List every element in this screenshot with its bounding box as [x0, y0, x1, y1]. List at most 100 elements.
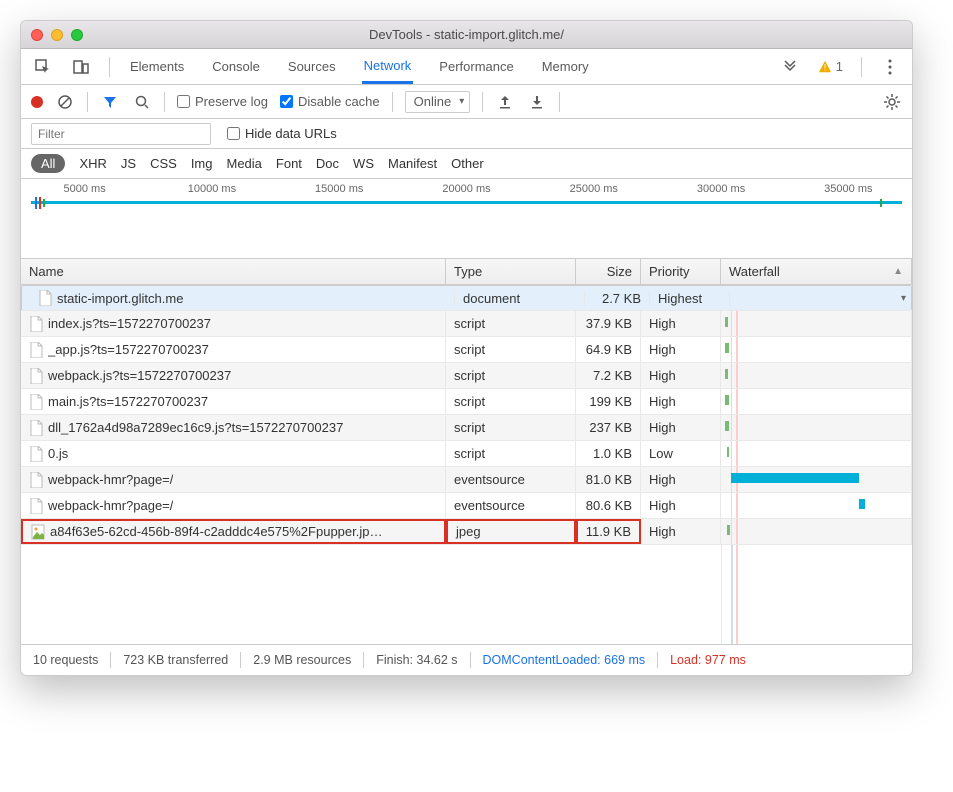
- tab-network[interactable]: Network: [362, 49, 414, 84]
- devtools-window: DevTools - static-import.glitch.me/ Elem…: [20, 20, 913, 676]
- minimize-window-button[interactable]: [51, 29, 63, 41]
- record-button[interactable]: [31, 96, 43, 108]
- table-row[interactable]: static-import.glitch.medocument2.7 KBHig…: [21, 285, 912, 311]
- filter-input[interactable]: [31, 123, 211, 145]
- document-file-icon: [29, 472, 43, 488]
- cell-priority: High: [641, 363, 721, 388]
- table-row[interactable]: index.js?ts=1572270700237script37.9 KBHi…: [21, 311, 912, 337]
- table-row[interactable]: webpack-hmr?page=/eventsource80.6 KBHigh: [21, 493, 912, 519]
- more-tabs-icon[interactable]: [780, 57, 800, 77]
- table-headers: Name Type Size Priority Waterfall▲: [21, 259, 912, 285]
- tab-memory[interactable]: Memory: [540, 49, 591, 84]
- type-filter-img[interactable]: Img: [191, 156, 213, 171]
- timeline-label: 25000 ms: [530, 183, 657, 195]
- type-filter-other[interactable]: Other: [451, 156, 484, 171]
- waterfall-bar: [725, 343, 729, 353]
- inspect-element-icon[interactable]: [33, 57, 53, 77]
- cell-size: 11.9 KB: [576, 519, 641, 544]
- warning-icon: !: [818, 60, 832, 74]
- request-name: a84f63e5-62cd-456b-89f4-c2adddc4e575%2Fp…: [50, 524, 382, 539]
- table-row[interactable]: webpack.js?ts=1572270700237script7.2 KBH…: [21, 363, 912, 389]
- table-row[interactable]: dll_1762a4d98a7289ec16c9.js?ts=157227070…: [21, 415, 912, 441]
- type-filter-ws[interactable]: WS: [353, 156, 374, 171]
- hide-data-urls-label: Hide data URLs: [245, 126, 337, 141]
- search-icon[interactable]: [132, 92, 152, 112]
- upload-icon[interactable]: [495, 92, 515, 112]
- tab-performance[interactable]: Performance: [437, 49, 515, 84]
- timeline-marker: [35, 197, 37, 209]
- cell-name: webpack-hmr?page=/: [21, 467, 446, 492]
- type-filter-doc[interactable]: Doc: [316, 156, 339, 171]
- divider: [657, 652, 658, 668]
- document-file-icon: [29, 316, 43, 332]
- waterfall-bar: [731, 473, 859, 483]
- cell-size: 81.0 KB: [576, 467, 641, 492]
- header-type[interactable]: Type: [446, 259, 576, 284]
- hide-data-urls-checkbox[interactable]: Hide data URLs: [227, 126, 337, 141]
- device-toolbar-icon[interactable]: [71, 57, 91, 77]
- disable-cache-input[interactable]: [280, 95, 293, 108]
- empty-area: [21, 545, 912, 645]
- cell-type: script: [446, 389, 576, 414]
- maximize-window-button[interactable]: [71, 29, 83, 41]
- filter-icon[interactable]: [100, 92, 120, 112]
- status-dcl: DOMContentLoaded: 669 ms: [483, 653, 646, 667]
- waterfall-bar: [725, 369, 728, 379]
- cell-name: dll_1762a4d98a7289ec16c9.js?ts=157227070…: [21, 415, 446, 440]
- type-filter-manifest[interactable]: Manifest: [388, 156, 437, 171]
- cell-waterfall: [721, 441, 912, 466]
- table-row[interactable]: main.js?ts=1572270700237script199 KBHigh: [21, 389, 912, 415]
- throttling-select[interactable]: Online: [405, 91, 471, 113]
- document-file-icon: [38, 290, 52, 306]
- preserve-log-checkbox[interactable]: Preserve log: [177, 94, 268, 109]
- type-filter-all[interactable]: All: [31, 154, 65, 173]
- status-resources: 2.9 MB resources: [253, 653, 351, 667]
- type-filter-font[interactable]: Font: [276, 156, 302, 171]
- divider: [861, 57, 862, 77]
- table-row[interactable]: _app.js?ts=1572270700237script64.9 KBHig…: [21, 337, 912, 363]
- table-row[interactable]: webpack-hmr?page=/eventsource81.0 KBHigh: [21, 467, 912, 493]
- header-size[interactable]: Size: [576, 259, 641, 284]
- cell-size: 37.9 KB: [576, 311, 641, 336]
- table-row[interactable]: 0.jsscript1.0 KBLow: [21, 441, 912, 467]
- cell-type: document: [455, 291, 585, 306]
- divider: [109, 57, 110, 77]
- header-name[interactable]: Name: [21, 259, 446, 284]
- timeline-overview[interactable]: 5000 ms10000 ms15000 ms20000 ms25000 ms3…: [21, 179, 912, 259]
- header-priority[interactable]: Priority: [641, 259, 721, 284]
- divider: [392, 92, 393, 112]
- table-row[interactable]: a84f63e5-62cd-456b-89f4-c2adddc4e575%2Fp…: [21, 519, 912, 545]
- filter-bar: Hide data URLs: [21, 119, 912, 149]
- document-file-icon: [29, 394, 43, 410]
- cell-priority: High: [641, 467, 721, 492]
- disable-cache-checkbox[interactable]: Disable cache: [280, 94, 380, 109]
- request-name: 0.js: [48, 446, 68, 461]
- timeline-label: 5000 ms: [21, 183, 148, 195]
- type-filter-xhr[interactable]: XHR: [79, 156, 106, 171]
- settings-gear-icon[interactable]: [882, 92, 902, 112]
- close-window-button[interactable]: [31, 29, 43, 41]
- tab-console[interactable]: Console: [210, 49, 262, 84]
- header-name-label: Name: [29, 264, 64, 279]
- cell-type: script: [446, 441, 576, 466]
- warnings-count[interactable]: ! 1: [818, 59, 843, 74]
- download-icon[interactable]: [527, 92, 547, 112]
- tab-elements[interactable]: Elements: [128, 49, 186, 84]
- waterfall-bar: [725, 395, 729, 405]
- clear-icon[interactable]: [55, 92, 75, 112]
- type-filter-media[interactable]: Media: [226, 156, 261, 171]
- document-file-icon: [29, 498, 43, 514]
- cell-size: 64.9 KB: [576, 337, 641, 362]
- cell-name: webpack-hmr?page=/: [21, 493, 446, 518]
- kebab-menu-icon[interactable]: [880, 57, 900, 77]
- preserve-log-input[interactable]: [177, 95, 190, 108]
- type-filter-js[interactable]: JS: [121, 156, 136, 171]
- tab-sources[interactable]: Sources: [286, 49, 338, 84]
- cell-size: 1.0 KB: [576, 441, 641, 466]
- header-waterfall[interactable]: Waterfall▲: [721, 259, 912, 284]
- divider: [470, 652, 471, 668]
- status-finish: Finish: 34.62 s: [376, 653, 457, 667]
- hide-data-urls-input[interactable]: [227, 127, 240, 140]
- timeline-marker: [43, 199, 45, 207]
- type-filter-css[interactable]: CSS: [150, 156, 177, 171]
